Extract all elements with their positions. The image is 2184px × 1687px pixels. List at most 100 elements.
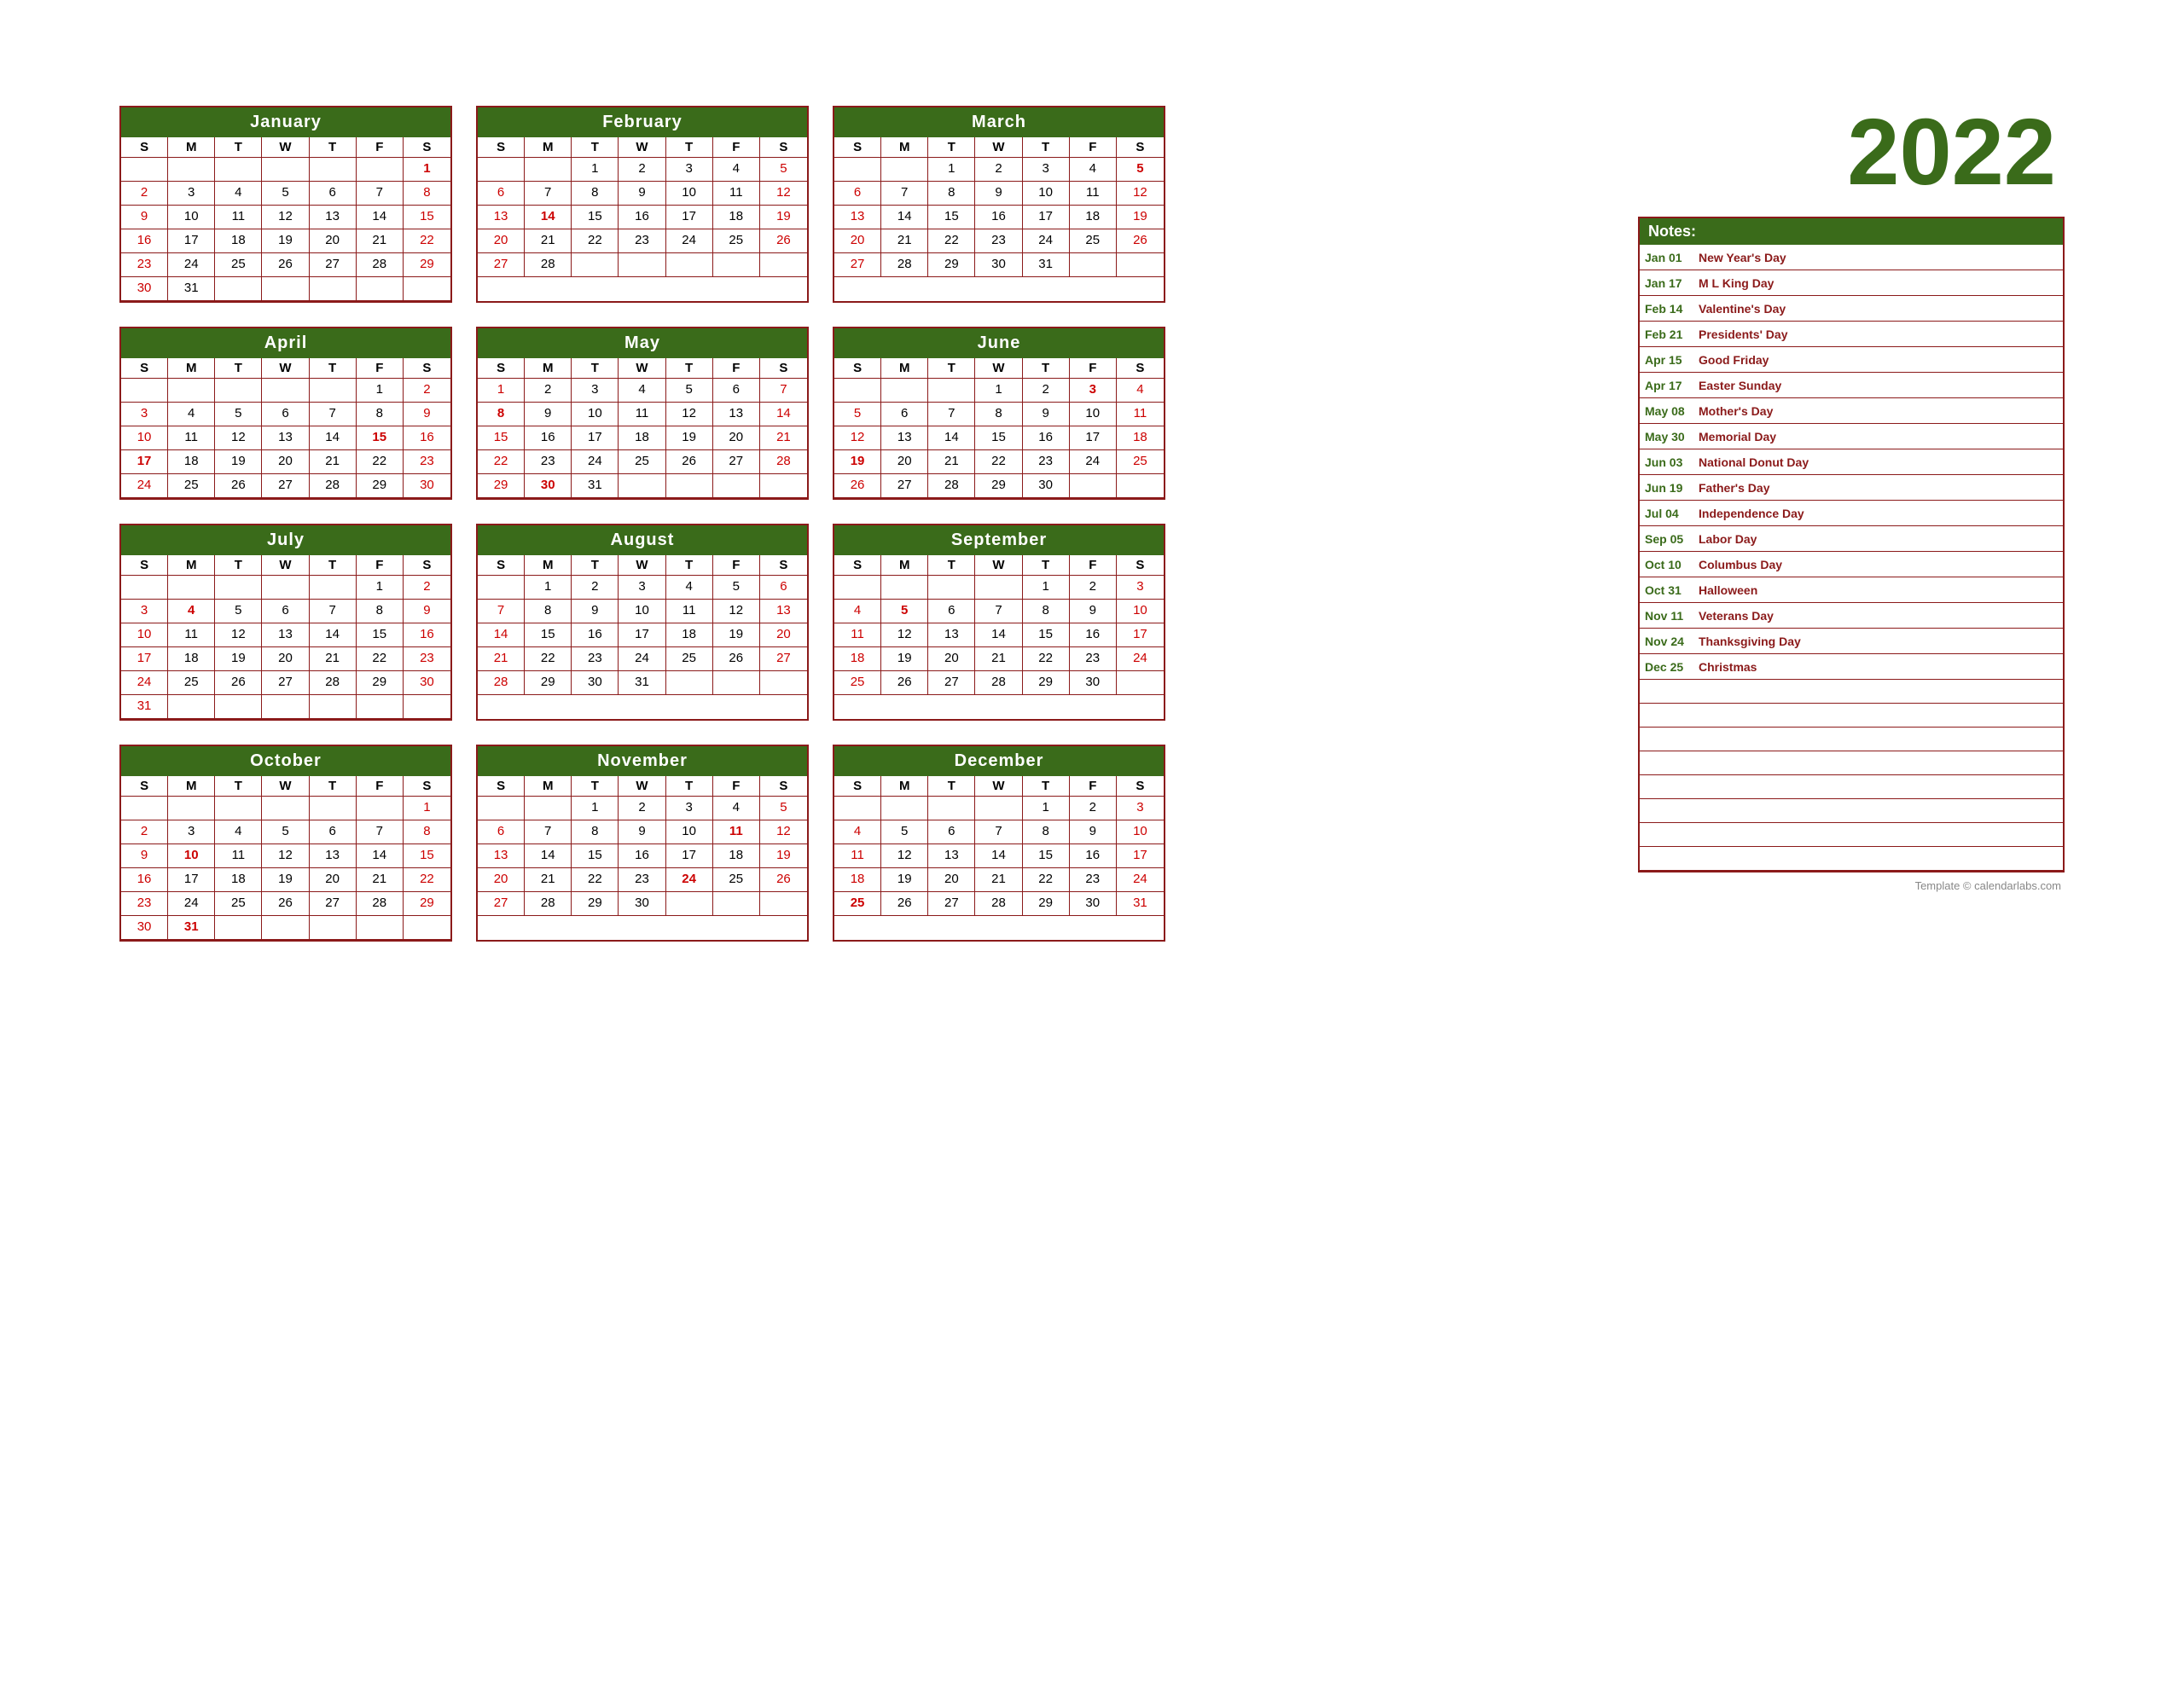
cal-cell-empty — [310, 277, 357, 301]
day-label: T — [928, 358, 975, 378]
cal-cell: 11 — [834, 623, 881, 647]
cal-cell: 15 — [404, 844, 450, 868]
notes-holiday-row: Oct 10Columbus Day — [1640, 552, 2063, 577]
notes-holiday-row: Jul 04Independence Day — [1640, 501, 2063, 526]
day-label: F — [713, 137, 760, 157]
cal-cell: 25 — [215, 892, 262, 916]
day-label: S — [760, 358, 807, 378]
cal-cell: 19 — [666, 426, 713, 450]
notes-date: Apr 17 — [1640, 376, 1695, 395]
cal-cell: 15 — [572, 206, 619, 229]
cal-cell-empty — [168, 379, 215, 403]
cal-cell: 19 — [760, 206, 807, 229]
day-label: M — [525, 137, 572, 157]
day-label: W — [262, 137, 309, 157]
cal-grid: 1234567891011121314151617181920212223242… — [834, 379, 1164, 498]
cal-cell: 14 — [310, 426, 357, 450]
day-label: T — [310, 555, 357, 575]
day-label: F — [357, 358, 404, 378]
cal-cell: 23 — [404, 450, 450, 474]
cal-cell-empty — [881, 797, 928, 820]
cal-cell: 1 — [357, 576, 404, 600]
cal-cell: 11 — [1070, 182, 1117, 206]
notes-event: National Donut Day — [1695, 453, 1812, 472]
notes-table: Notes: Jan 01New Year's DayJan 17M L Kin… — [1638, 217, 2065, 872]
day-headers: SMTWTFS — [834, 776, 1164, 797]
day-label: F — [713, 358, 760, 378]
cal-cell: 12 — [881, 844, 928, 868]
cal-cell: 13 — [478, 206, 525, 229]
notes-event: Columbus Day — [1695, 555, 1786, 574]
cal-cell: 25 — [1117, 450, 1164, 474]
cal-cell: 26 — [1117, 229, 1164, 253]
cal-cell: 27 — [262, 671, 309, 695]
day-label: M — [525, 358, 572, 378]
day-label: T — [666, 555, 713, 575]
cal-cell-empty — [357, 797, 404, 820]
cal-cell: 12 — [760, 182, 807, 206]
cal-cell-empty — [357, 695, 404, 719]
cal-cell-empty — [121, 797, 168, 820]
cal-cell: 2 — [619, 158, 665, 182]
day-label: S — [121, 358, 168, 378]
cal-cell: 2 — [121, 182, 168, 206]
calendar-row: AprilSMTWTFS1234567891011121314151617181… — [119, 327, 1612, 500]
notes-empty-row — [1640, 680, 2063, 704]
cal-cell: 2 — [1023, 379, 1070, 403]
cal-cell-empty — [666, 892, 713, 916]
cal-cell: 8 — [1023, 600, 1070, 623]
cal-cell: 14 — [478, 623, 525, 647]
cal-cell-empty — [619, 474, 665, 498]
cal-cell: 18 — [834, 868, 881, 892]
day-label: S — [478, 776, 525, 796]
cal-cell-empty — [478, 797, 525, 820]
cal-cell: 13 — [310, 206, 357, 229]
cal-cell: 20 — [928, 868, 975, 892]
cal-cell: 13 — [881, 426, 928, 450]
cal-cell: 23 — [525, 450, 572, 474]
day-label: T — [572, 137, 619, 157]
cal-cell: 19 — [834, 450, 881, 474]
cal-cell: 12 — [262, 206, 309, 229]
month-header: December — [834, 746, 1164, 776]
day-label: S — [760, 555, 807, 575]
cal-cell: 30 — [1070, 892, 1117, 916]
day-label: T — [310, 137, 357, 157]
cal-cell: 12 — [881, 623, 928, 647]
day-label: S — [1117, 137, 1164, 157]
cal-cell: 11 — [619, 403, 665, 426]
cal-cell: 19 — [881, 868, 928, 892]
cal-grid: 1234567891011121314151617181920212223242… — [834, 576, 1164, 695]
notes-event: Halloween — [1695, 581, 1761, 600]
cal-cell: 14 — [357, 844, 404, 868]
notes-date: May 08 — [1640, 402, 1695, 420]
cal-cell: 6 — [760, 576, 807, 600]
day-label: W — [619, 358, 665, 378]
cal-cell-empty — [404, 277, 450, 301]
cal-grid: 1234567891011121314151617181920212223242… — [121, 797, 450, 940]
day-label: T — [1023, 358, 1070, 378]
cal-cell: 23 — [975, 229, 1022, 253]
cal-cell: 28 — [975, 671, 1022, 695]
cal-cell-empty — [215, 576, 262, 600]
cal-cell: 27 — [478, 253, 525, 277]
cal-cell: 12 — [760, 820, 807, 844]
cal-cell: 2 — [121, 820, 168, 844]
day-label: W — [619, 137, 665, 157]
cal-cell: 22 — [478, 450, 525, 474]
cal-cell: 18 — [215, 229, 262, 253]
cal-cell: 19 — [262, 868, 309, 892]
cal-cell: 16 — [1070, 844, 1117, 868]
cal-cell: 29 — [478, 474, 525, 498]
day-headers: SMTWTFS — [478, 358, 807, 379]
notes-event: Father's Day — [1695, 478, 1773, 497]
cal-cell: 26 — [834, 474, 881, 498]
cal-cell: 8 — [478, 403, 525, 426]
cal-cell: 25 — [1070, 229, 1117, 253]
cal-cell: 13 — [713, 403, 760, 426]
cal-cell: 3 — [1117, 576, 1164, 600]
cal-cell-empty — [760, 474, 807, 498]
notes-holiday-row: Apr 17Easter Sunday — [1640, 373, 2063, 398]
cal-cell: 26 — [881, 892, 928, 916]
cal-cell: 16 — [404, 623, 450, 647]
